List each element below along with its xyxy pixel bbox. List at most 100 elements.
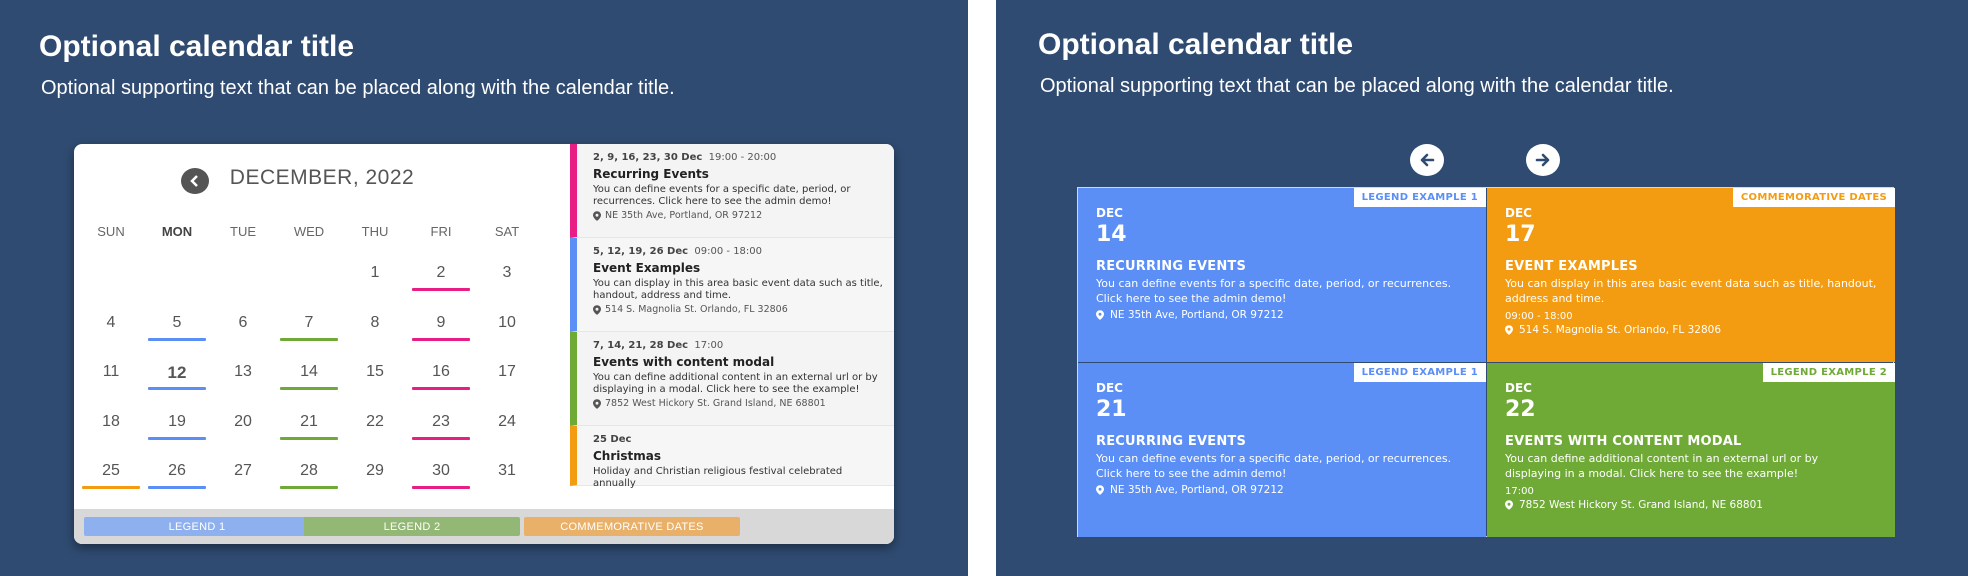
day-cell[interactable]: 27 bbox=[210, 460, 276, 510]
legend-tag: LEGEND EXAMPLE 2 bbox=[1762, 363, 1895, 382]
page-title-2: Optional calendar title bbox=[1038, 28, 1354, 61]
event-tile[interactable]: LEGEND EXAMPLE 1 DEC 21 RECURRING EVENTS You… bbox=[1078, 363, 1486, 537]
arrow-left-icon[interactable] bbox=[1410, 144, 1444, 176]
day-number: 2 bbox=[436, 264, 446, 281]
legend-tag: LEGEND EXAMPLE 1 bbox=[1353, 363, 1486, 382]
day-cell[interactable]: 4 bbox=[78, 312, 144, 362]
day-cell[interactable]: 26 bbox=[144, 460, 210, 510]
event-tile[interactable]: LEGEND EXAMPLE 1 DEC 14 RECURRING EVENTS You… bbox=[1078, 188, 1486, 362]
day-cell[interactable]: 7 bbox=[276, 312, 342, 362]
weekday-label: FRI bbox=[430, 224, 452, 239]
event-date-list: 2, 9, 16, 23, 30 Dec bbox=[593, 152, 703, 163]
day-cell[interactable]: 2 bbox=[408, 262, 474, 312]
day-cell[interactable]: 16 bbox=[408, 361, 474, 411]
day-cell[interactable]: 22 bbox=[342, 411, 408, 461]
day-cell[interactable]: 12 bbox=[144, 361, 210, 411]
month-label: DECEMBER, 2022 bbox=[229, 166, 415, 189]
left-panel: Optional calendar title Optional support… bbox=[0, 0, 968, 576]
day-number: 16 bbox=[432, 363, 450, 380]
day-number: 23 bbox=[432, 412, 450, 430]
empty-day-cell bbox=[276, 262, 342, 312]
event-tile[interactable]: COMMEMORATIVE DATES DEC 17 EVENT EXAMPLES Yo… bbox=[1487, 188, 1895, 362]
event-item[interactable]: 7, 14, 21, 28 Dec 17:00 Events with conte… bbox=[570, 332, 894, 426]
tile-month: DEC bbox=[1096, 381, 1123, 395]
map-pin-icon bbox=[593, 210, 601, 221]
event-indicator bbox=[412, 486, 470, 489]
tile-description: You can display in this area basic event… bbox=[1505, 277, 1877, 305]
day-number: 13 bbox=[234, 363, 252, 380]
day-cell[interactable]: 30 bbox=[408, 460, 474, 510]
tile-address: 514 S. Magnolia St. Orlando, FL 32806 bbox=[1505, 324, 1877, 336]
event-indicator bbox=[148, 436, 206, 440]
day-number: 15 bbox=[366, 363, 384, 380]
day-cell[interactable]: 18 bbox=[78, 411, 144, 461]
event-item[interactable]: 2, 9, 16, 23, 30 Dec 19:00 - 20:00 Recurr… bbox=[570, 144, 894, 238]
tile-address: NE 35th Ave, Portland, OR 97212 bbox=[1096, 309, 1468, 321]
event-indicator bbox=[412, 436, 470, 440]
event-indicator bbox=[412, 337, 470, 341]
tile-month: DEC bbox=[1505, 206, 1532, 220]
day-cell[interactable]: 19 bbox=[144, 411, 210, 461]
day-cell[interactable]: 5 bbox=[144, 312, 210, 362]
arrow-right-icon[interactable] bbox=[1526, 144, 1560, 176]
day-cell[interactable]: 13 bbox=[210, 361, 276, 411]
tile-title: EVENT EXAMPLES bbox=[1505, 259, 1638, 274]
day-number: 21 bbox=[300, 412, 318, 430]
event-list[interactable]: 2, 9, 16, 23, 30 Dec 19:00 - 20:00 Recurr… bbox=[570, 144, 894, 502]
day-cell[interactable]: 1 bbox=[342, 262, 408, 312]
event-indicator bbox=[82, 486, 140, 489]
event-date-list: 25 Dec bbox=[593, 434, 632, 445]
day-cell[interactable]: 21 bbox=[276, 411, 342, 461]
tile-title: EVENTS WITH CONTENT MODAL bbox=[1505, 434, 1742, 449]
tile-address: NE 35th Ave, Portland, OR 97212 bbox=[1096, 484, 1468, 496]
day-cell[interactable]: 8 bbox=[342, 312, 408, 362]
event-item[interactable]: 25 Dec Christmas Holiday and Christian re… bbox=[570, 426, 894, 489]
event-description: Holiday and Christian religious festival… bbox=[593, 466, 843, 489]
weekday-label: SAT bbox=[494, 224, 520, 239]
event-item[interactable]: 5, 12, 19, 26 Dec 09:00 - 18:00 Event Exa… bbox=[570, 238, 894, 332]
day-cell[interactable]: 15 bbox=[342, 361, 408, 411]
tile-day: 21 bbox=[1096, 397, 1127, 422]
tile-day: 14 bbox=[1096, 222, 1127, 247]
day-cell[interactable]: 20 bbox=[210, 411, 276, 461]
day-cell[interactable]: 31 bbox=[474, 460, 540, 510]
event-address-text: 514 S. Magnolia St. Orlando, FL 32806 bbox=[605, 304, 788, 315]
legend-chip-2[interactable]: LEGEND 2 bbox=[304, 517, 520, 536]
day-cell[interactable]: 9 bbox=[408, 312, 474, 362]
day-cell[interactable]: 17 bbox=[474, 361, 540, 411]
tile-day: 22 bbox=[1505, 397, 1536, 422]
map-pin-icon bbox=[1096, 309, 1104, 320]
day-number: 1 bbox=[370, 264, 380, 281]
event-indicator bbox=[280, 387, 338, 390]
weekday-label: MON bbox=[161, 224, 193, 239]
weekday-header: SUN MON TUE WED THU FRI SAT bbox=[74, 224, 570, 239]
day-cell[interactable]: 29 bbox=[342, 460, 408, 510]
event-dates: 25 Dec bbox=[593, 434, 884, 445]
event-date-list: 7, 14, 21, 28 Dec bbox=[593, 340, 689, 351]
event-indicator bbox=[280, 436, 338, 440]
day-number: 9 bbox=[436, 313, 446, 331]
page-subtitle: Optional supporting text that can be pla… bbox=[41, 77, 675, 99]
day-cell[interactable]: 6 bbox=[210, 312, 276, 362]
day-cell[interactable]: 28 bbox=[276, 460, 342, 510]
event-indicator bbox=[412, 387, 470, 390]
event-tile[interactable]: LEGEND EXAMPLE 2 DEC 22 EVENTS WITH CONTENT… bbox=[1487, 363, 1895, 537]
day-cell[interactable]: 10 bbox=[474, 312, 540, 362]
weekday-label: WED bbox=[293, 224, 325, 239]
day-cell[interactable]: 25 bbox=[78, 460, 144, 510]
day-number: 8 bbox=[370, 313, 380, 331]
day-number: 12 bbox=[167, 363, 187, 382]
tile-address-text: 7852 West Hickory St. Grand Island, NE 6… bbox=[1519, 498, 1763, 511]
day-number: 31 bbox=[498, 462, 516, 479]
legend-chip-1[interactable]: LEGEND 1 bbox=[84, 517, 310, 536]
legend-chip-commemorative[interactable]: COMMEMORATIVE DATES bbox=[524, 517, 740, 536]
day-number: 25 bbox=[102, 462, 120, 479]
day-cell[interactable]: 11 bbox=[78, 361, 144, 411]
day-cell[interactable]: 14 bbox=[276, 361, 342, 411]
day-cell[interactable]: 3 bbox=[474, 262, 540, 312]
event-time: 09:00 - 18:00 bbox=[694, 246, 763, 257]
event-address: 7852 West Hickory St. Grand Island, NE 6… bbox=[593, 398, 884, 409]
day-number: 6 bbox=[238, 313, 248, 331]
day-cell[interactable]: 24 bbox=[474, 411, 540, 461]
day-cell[interactable]: 23 bbox=[408, 411, 474, 461]
